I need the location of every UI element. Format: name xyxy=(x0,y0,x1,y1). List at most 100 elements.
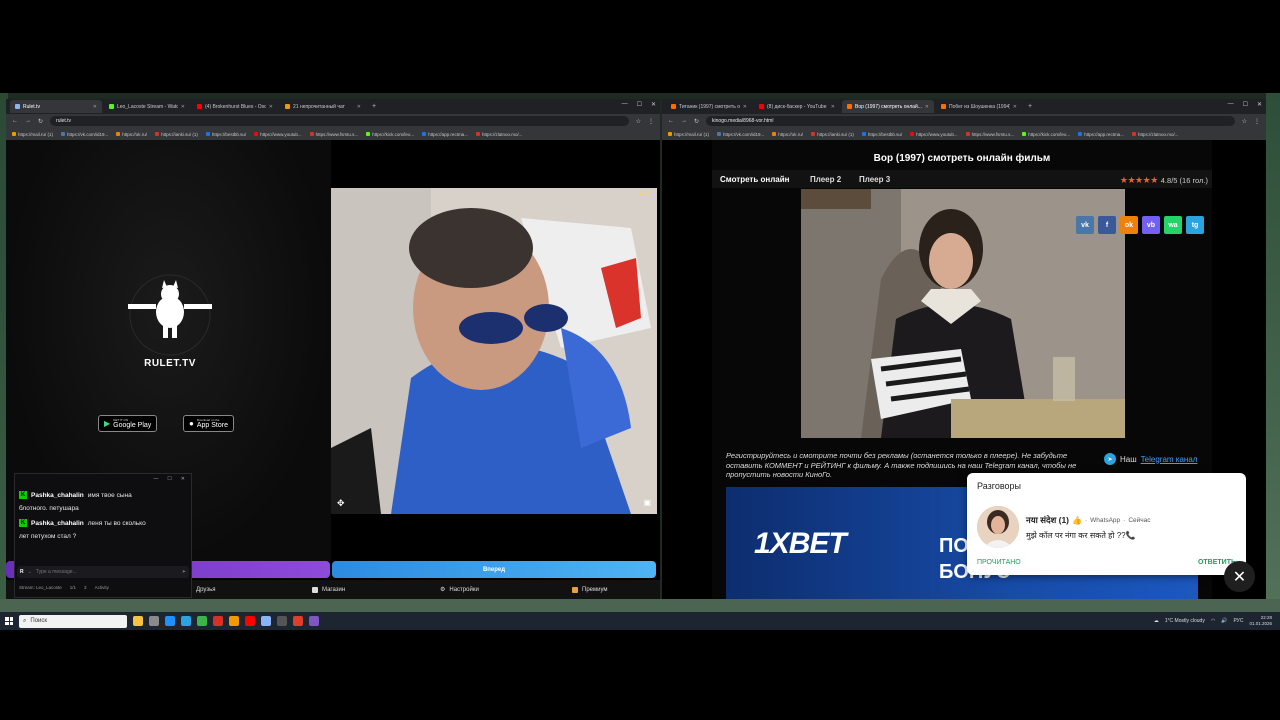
chat-username[interactable]: Pashka_chahalin xyxy=(31,520,84,527)
nav-shop[interactable]: Магазин xyxy=(312,586,345,593)
app-store-button[interactable]: ● Download on the App Store xyxy=(183,415,234,432)
close-icon[interactable]: ✕ xyxy=(1257,101,1262,108)
bookmark-item[interactable]: https://bestbb.su/ xyxy=(205,132,246,137)
reload-icon[interactable]: ↻ xyxy=(694,118,699,125)
mark-read-button[interactable]: ПРОЧИТАНО xyxy=(977,559,1021,566)
next-button[interactable]: Вперед xyxy=(332,561,656,578)
taskbar-app-icon[interactable] xyxy=(293,616,303,626)
share-tg-icon[interactable]: tg xyxy=(1186,216,1204,234)
taskbar-app-icon[interactable] xyxy=(229,616,239,626)
taskbar-search[interactable]: ⌕ Поиск xyxy=(19,614,127,628)
right-tab-1[interactable]: (8) диск-баскер - YouTube ✕ xyxy=(754,100,840,113)
language-indicator[interactable]: РУС xyxy=(1233,618,1243,624)
telegram-link[interactable]: Telegram канал xyxy=(1141,455,1198,464)
new-tab-icon[interactable]: + xyxy=(368,103,380,110)
whatsapp-notification[interactable]: Разговоры नया संदेश (1) 👍 · WhatsApp · С… xyxy=(967,473,1246,575)
chat-username[interactable]: Pashka_chahalin xyxy=(31,492,84,499)
bookmark-item[interactable]: https://bestbb.su/ xyxy=(861,132,902,137)
bookmark-item[interactable]: https://ianki.su/ (1) xyxy=(155,132,198,137)
bookmark-item[interactable]: https://zlatnoo.mo/... xyxy=(475,132,522,137)
bookmark-item[interactable]: https://zlatnoo.mo/... xyxy=(1131,132,1178,137)
tab-player-2[interactable]: Плеер 2 xyxy=(810,175,841,184)
reload-icon[interactable]: ↻ xyxy=(38,118,43,125)
maximize-icon[interactable]: ☐ xyxy=(637,101,642,108)
bookmark-item[interactable]: https://vk.com/id19... xyxy=(61,132,108,137)
close-icon[interactable]: ✕ xyxy=(1224,561,1255,592)
share-vk-icon[interactable]: vk xyxy=(1076,216,1094,234)
taskbar-app-icon[interactable] xyxy=(165,616,175,626)
left-tab-0[interactable]: Rulet.tv ✕ xyxy=(10,100,102,113)
send-icon[interactable]: ➤ xyxy=(182,569,186,575)
tab-close-icon[interactable]: ✕ xyxy=(93,104,97,110)
bookmark-star-icon[interactable]: ☆ xyxy=(636,118,641,125)
back-icon[interactable]: ← xyxy=(12,118,18,124)
fullscreen-icon[interactable]: ✥ xyxy=(337,498,345,509)
bookmark-item[interactable]: https://mail.ru/ (1) xyxy=(12,132,53,137)
bookmark-star-icon[interactable]: ☆ xyxy=(1242,118,1247,125)
bookmark-item[interactable]: https://ianki.su/ (1) xyxy=(811,132,854,137)
windows-start-icon[interactable] xyxy=(5,617,13,625)
bookmark-item[interactable]: https://kick.com/leo... xyxy=(1022,132,1070,137)
left-tab-1[interactable]: Leo_Lacoste Stream - Watch Li...✕ xyxy=(104,100,190,113)
taskbar-app-icon[interactable] xyxy=(261,616,271,626)
taskbar-app-icon[interactable] xyxy=(133,616,143,626)
taskbar-app-icon[interactable] xyxy=(309,616,319,626)
taskbar-app-icon[interactable] xyxy=(245,616,255,626)
new-tab-icon[interactable]: + xyxy=(1024,103,1036,110)
nav-premium[interactable]: Премиум xyxy=(572,586,608,593)
chevron-down-icon[interactable]: ⌄ xyxy=(28,569,32,575)
tab-close-icon[interactable]: ✕ xyxy=(743,104,747,110)
right-tab-3[interactable]: Побег из Шоушенка (1994) см...✕ xyxy=(936,100,1022,113)
google-play-button[interactable]: ▶ GET IT ON Google Play xyxy=(98,415,158,432)
forward-icon[interactable]: → xyxy=(25,118,31,124)
volume-icon[interactable]: 🔊 xyxy=(1221,618,1227,624)
tab-close-icon[interactable]: ✕ xyxy=(357,104,361,110)
tab-player-3[interactable]: Плеер 3 xyxy=(859,175,890,184)
tab-close-icon[interactable]: ✕ xyxy=(831,104,835,110)
chat-input[interactable]: R ⌄ Type a message... ➤ xyxy=(17,566,189,578)
wifi-icon[interactable]: ◠ xyxy=(1211,618,1215,624)
maximize-icon[interactable]: ☐ xyxy=(1243,101,1248,108)
share-wa-icon[interactable]: wa xyxy=(1164,216,1182,234)
bookmark-item[interactable]: https://app.rectma... xyxy=(1078,132,1124,137)
bookmark-item[interactable]: https://www.youtub... xyxy=(254,132,302,137)
taskbar-app-icon[interactable] xyxy=(197,616,207,626)
bookmark-item[interactable]: https://app.rectma... xyxy=(422,132,468,137)
tab-close-icon[interactable]: ✕ xyxy=(181,104,185,110)
bookmark-item[interactable]: https://vk.com/id19... xyxy=(717,132,764,137)
right-tab-0[interactable]: Титаник (1997) смотреть онлай...✕ xyxy=(666,100,752,113)
close-icon[interactable]: ✕ xyxy=(651,101,656,108)
left-tab-3[interactable]: 21 непрочитанный чат ✕ xyxy=(280,100,366,113)
share-ok-icon[interactable]: ok xyxy=(1120,216,1138,234)
rating-stars[interactable]: ★★★★★ xyxy=(1120,175,1158,186)
right-url-field[interactable]: kinogo.media/8968-vor.html xyxy=(706,116,1235,126)
clock[interactable]: 22:28 01.01.2026 xyxy=(1249,615,1272,627)
tab-close-icon[interactable]: ✕ xyxy=(269,104,273,110)
minimize-icon[interactable]: — xyxy=(622,101,628,108)
bookmark-item[interactable]: https://kick.com/leo... xyxy=(366,132,414,137)
tab-close-icon[interactable]: ✕ xyxy=(925,104,929,110)
share-vb-icon[interactable]: vb xyxy=(1142,216,1160,234)
minimize-icon[interactable]: — xyxy=(153,476,158,482)
bookmark-item[interactable]: https://www.fsmtu.s... xyxy=(965,132,1014,137)
taskbar-app-icon[interactable] xyxy=(277,616,287,626)
back-icon[interactable]: ← xyxy=(668,118,674,124)
nav-settings[interactable]: ⚙ Настройки xyxy=(440,586,479,594)
right-tab-2[interactable]: Вор (1997) смотреть онлай... ✕ xyxy=(842,100,934,113)
bookmark-item[interactable]: https://www.youtub... xyxy=(910,132,958,137)
bookmark-item[interactable]: https://www.fsmtu.s... xyxy=(309,132,358,137)
menu-icon[interactable]: ⋮ xyxy=(1254,118,1260,125)
close-icon[interactable]: ✕ xyxy=(181,476,185,482)
left-url-field[interactable]: rulet.tv xyxy=(50,116,629,126)
camera-icon[interactable]: ▣ xyxy=(643,498,651,507)
bookmark-item[interactable]: https://ok.ru/ xyxy=(772,132,803,137)
left-tab-2[interactable]: (4) Brokenhurst Blues - Oscar ...✕ xyxy=(192,100,278,113)
menu-icon[interactable]: ⋮ xyxy=(648,118,654,125)
taskbar-app-icon[interactable] xyxy=(181,616,191,626)
bookmark-item[interactable]: https://ok.ru/ xyxy=(116,132,147,137)
bookmark-item[interactable]: https://mail.ru/ (1) xyxy=(668,132,709,137)
minimize-icon[interactable]: — xyxy=(1228,101,1234,108)
share-f-icon[interactable]: f xyxy=(1098,216,1116,234)
maximize-icon[interactable]: ☐ xyxy=(167,476,171,482)
taskbar-app-icon[interactable] xyxy=(213,616,223,626)
